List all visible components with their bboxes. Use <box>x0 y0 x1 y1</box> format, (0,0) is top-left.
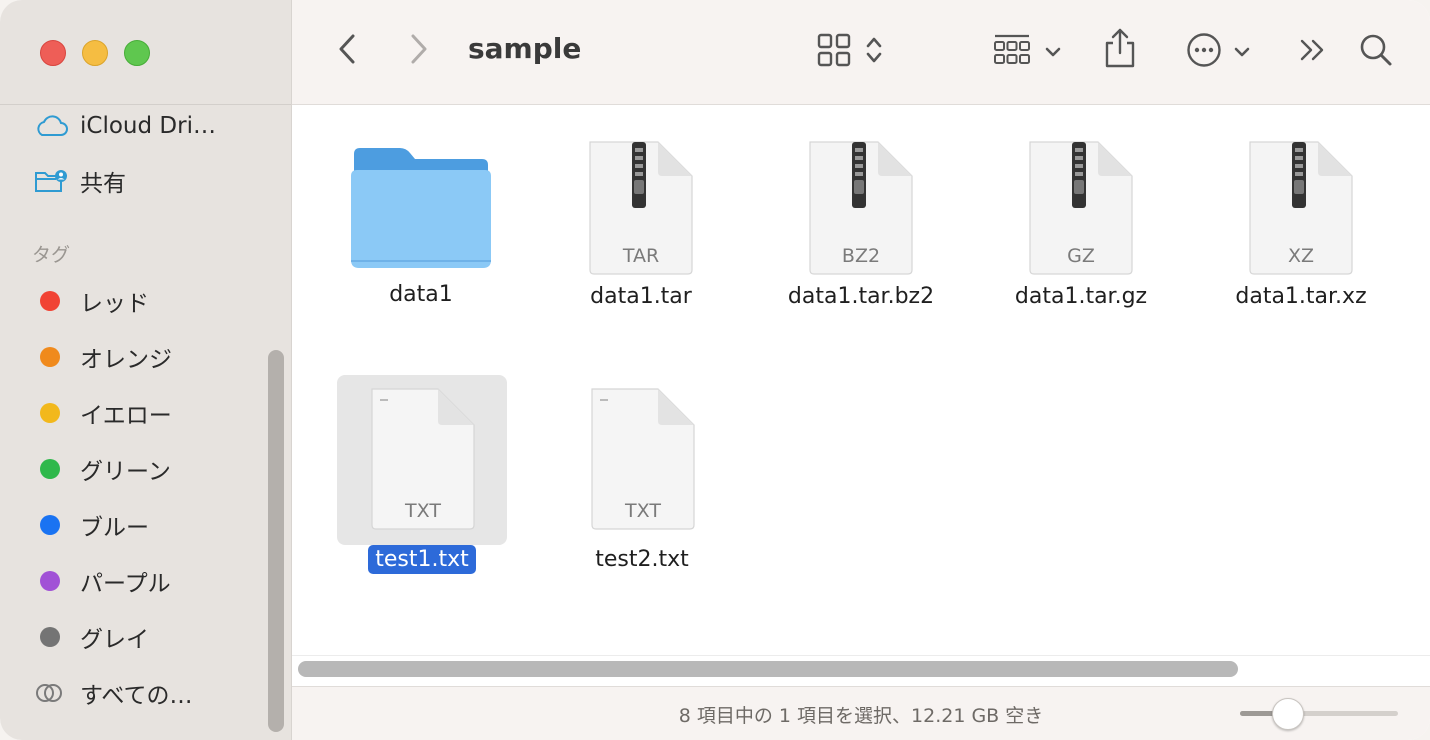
file-name: test2.txt <box>595 547 689 572</box>
text-document-icon: TXT <box>591 388 695 530</box>
tag-color-dot <box>40 459 60 479</box>
tag-label: パープル <box>80 571 171 597</box>
tag-color-dot <box>40 515 60 535</box>
tag-label: ブルー <box>80 515 149 541</box>
minimize-button[interactable] <box>82 40 108 66</box>
sidebar: iCloud Dri… 共有 タグ レッド オレンジ イエロー グリーン ブルー… <box>0 0 292 740</box>
chevron-down-icon <box>1234 43 1250 62</box>
sidebar-item-icloud-drive[interactable]: iCloud Dri… <box>34 106 216 146</box>
window-controls <box>40 40 150 66</box>
file-type-badge: TXT <box>404 500 441 522</box>
file-name: data1.tar.xz <box>1235 284 1367 309</box>
file-type-badge: BZ2 <box>842 245 880 267</box>
group-button[interactable] <box>990 34 1064 70</box>
sidebar-item-label: 共有 <box>80 171 126 197</box>
window-title: sample <box>468 32 582 65</box>
action-menu-button[interactable] <box>1182 32 1254 72</box>
share-button[interactable] <box>1102 28 1138 72</box>
sidebar-tag-orange[interactable]: オレンジ <box>34 337 172 377</box>
chevron-right-icon <box>409 33 429 69</box>
up-down-chevron-icon <box>865 35 883 69</box>
file-item[interactable]: TAR data1.tar <box>531 140 751 311</box>
toolbar: sample <box>292 0 1430 105</box>
chevron-left-icon <box>337 33 357 69</box>
tag-label: グレイ <box>80 627 149 653</box>
tag-label: イエロー <box>80 403 172 429</box>
tag-color-dot <box>40 347 60 367</box>
tag-color-dot <box>40 403 60 423</box>
tag-label: オレンジ <box>80 347 172 373</box>
sidebar-tag-blue[interactable]: ブルー <box>34 505 149 545</box>
icon-size-slider-knob[interactable] <box>1272 698 1304 730</box>
zoom-button[interactable] <box>124 40 150 66</box>
file-type-badge: GZ <box>1067 245 1095 267</box>
zip-archive-icon: GZ <box>1029 141 1133 275</box>
horizontal-scrollbar[interactable] <box>298 661 1238 677</box>
close-button[interactable] <box>40 40 66 66</box>
forward-button[interactable] <box>404 34 434 68</box>
all-tags-icon <box>34 682 68 704</box>
file-item-selected[interactable]: TXT test1.txt <box>312 387 532 574</box>
sidebar-tag-gray[interactable]: グレイ <box>34 617 149 657</box>
tag-label: すべての… <box>80 683 193 709</box>
search-button[interactable] <box>1356 32 1396 72</box>
ellipsis-circle-icon <box>1186 32 1222 72</box>
file-item[interactable]: GZ data1.tar.gz <box>971 140 1191 311</box>
sidebar-divider <box>0 104 291 105</box>
file-name: data1.tar.bz2 <box>787 284 935 309</box>
file-type-badge: TXT <box>624 500 661 522</box>
sidebar-tag-green[interactable]: グリーン <box>34 449 171 489</box>
zip-archive-icon: XZ <box>1249 141 1353 275</box>
tags-heading: タグ <box>32 244 71 266</box>
file-grid: data1 TAR data1.tar BZ2 data1.tar.bz2 GZ… <box>292 105 1430 655</box>
chevron-down-icon <box>1045 43 1061 62</box>
zip-archive-icon: BZ2 <box>809 141 913 275</box>
sidebar-scrollbar[interactable] <box>268 350 284 732</box>
file-name: test1.txt <box>368 545 476 574</box>
file-type-badge: TAR <box>622 245 659 267</box>
search-icon <box>1359 33 1393 71</box>
folder-icon <box>351 148 491 268</box>
file-item[interactable]: TXT test2.txt <box>532 387 752 574</box>
sidebar-item-label: iCloud Dri… <box>80 113 216 139</box>
file-item[interactable]: data1 <box>311 140 531 309</box>
tag-color-dot <box>40 291 60 311</box>
cloud-icon <box>34 115 68 137</box>
text-document-icon: TXT <box>371 388 475 530</box>
back-button[interactable] <box>332 34 362 68</box>
file-item[interactable]: XZ data1.tar.xz <box>1191 140 1411 311</box>
icon-view-grid-icon <box>817 33 851 71</box>
group-grid-icon <box>993 33 1031 71</box>
file-name: data1 <box>389 282 453 307</box>
tag-label: グリーン <box>80 459 171 485</box>
more-toolbar-items-button[interactable] <box>1296 36 1330 68</box>
view-mode-button[interactable] <box>810 33 890 71</box>
sidebar-item-shared[interactable]: 共有 <box>34 161 126 201</box>
file-name: data1.tar <box>590 284 692 309</box>
sidebar-tag-purple[interactable]: パープル <box>34 561 171 601</box>
zip-archive-icon: TAR <box>589 141 693 275</box>
shared-folder-icon <box>34 168 68 194</box>
sidebar-all-tags[interactable]: すべての… <box>34 673 192 713</box>
finder-window: iCloud Dri… 共有 タグ レッド オレンジ イエロー グリーン ブルー… <box>0 0 1430 740</box>
status-bar: 8 項目中の 1 項目を選択、12.21 GB 空き <box>292 686 1430 740</box>
file-item[interactable]: BZ2 data1.tar.bz2 <box>751 140 971 311</box>
double-chevron-right-icon <box>1298 38 1328 66</box>
sidebar-tag-red[interactable]: レッド <box>34 281 149 321</box>
file-name: data1.tar.gz <box>1014 284 1148 309</box>
file-type-badge: XZ <box>1288 245 1314 267</box>
tag-color-dot <box>40 571 60 591</box>
tag-label: レッド <box>80 291 149 317</box>
tag-color-dot <box>40 627 60 647</box>
sidebar-tag-yellow[interactable]: イエロー <box>34 393 172 433</box>
share-icon <box>1103 27 1137 73</box>
